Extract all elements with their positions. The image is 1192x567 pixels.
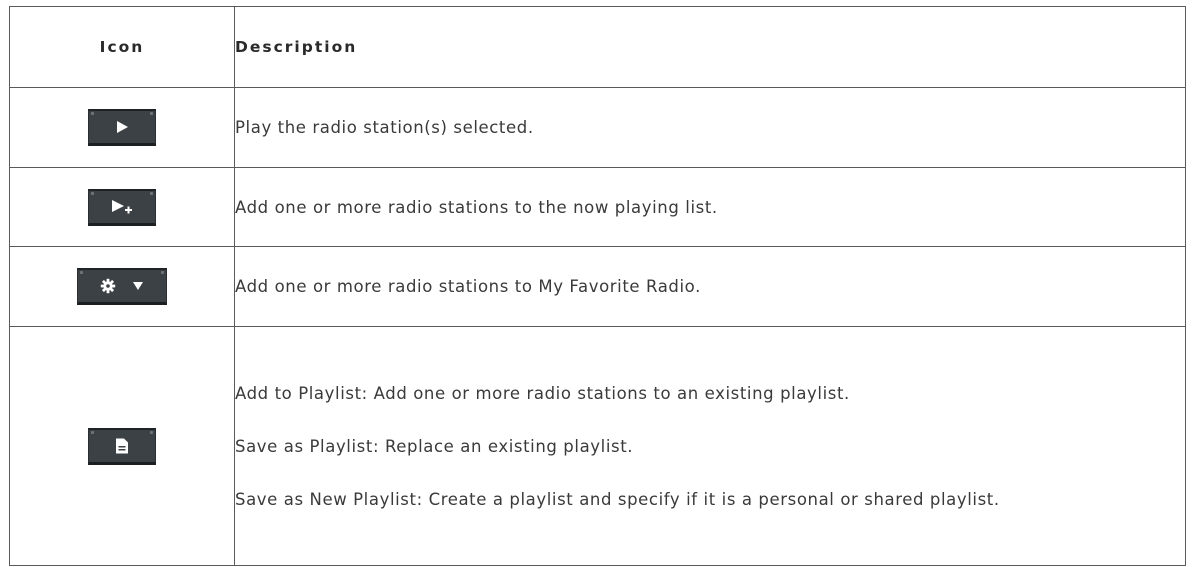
icon-cell (9, 326, 235, 566)
table-row: Add to Playlist: Add one or more radio s… (9, 326, 1186, 566)
table-row: Add one or more radio stations to the no… (9, 167, 1186, 247)
gear-icon (100, 278, 116, 294)
description-text: Play the radio station(s) selected. (235, 118, 534, 137)
play-button[interactable] (88, 109, 156, 146)
table-row: Play the radio station(s) selected. (9, 87, 1186, 168)
table-header-row: Icon Description (9, 6, 1186, 88)
icon-cell (9, 87, 235, 168)
table-row: Add one or more radio stations to My Fav… (9, 246, 1186, 327)
play-icon (115, 120, 129, 134)
description-cell: Play the radio station(s) selected. (234, 87, 1186, 168)
icon-cell (9, 246, 235, 327)
icon-cell (9, 167, 235, 247)
icon-description-table: Icon Description Play the radio station(… (9, 6, 1186, 566)
description-cell: Add one or more radio stations to the no… (234, 167, 1186, 247)
description-cell: Add to Playlist: Add one or more radio s… (234, 326, 1186, 566)
description-text: Save as New Playlist: Create a playlist … (235, 489, 1000, 509)
chevron-down-icon (132, 281, 144, 291)
document-icon (115, 438, 129, 454)
description-column-header: Description (234, 6, 1186, 88)
add-to-now-playing-button[interactable] (88, 188, 156, 226)
description-cell: Add one or more radio stations to My Fav… (234, 246, 1186, 327)
playlist-button[interactable] (88, 427, 156, 465)
icon-column-header: Icon (9, 6, 235, 88)
description-text: Add to Playlist: Add one or more radio s… (235, 383, 850, 403)
favorite-radio-button[interactable] (77, 268, 167, 305)
description-text: Add one or more radio stations to the no… (235, 197, 718, 217)
play-add-icon (111, 199, 133, 215)
description-text: Add one or more radio stations to My Fav… (235, 277, 701, 296)
description-text: Save as Playlist: Replace an existing pl… (235, 436, 634, 456)
